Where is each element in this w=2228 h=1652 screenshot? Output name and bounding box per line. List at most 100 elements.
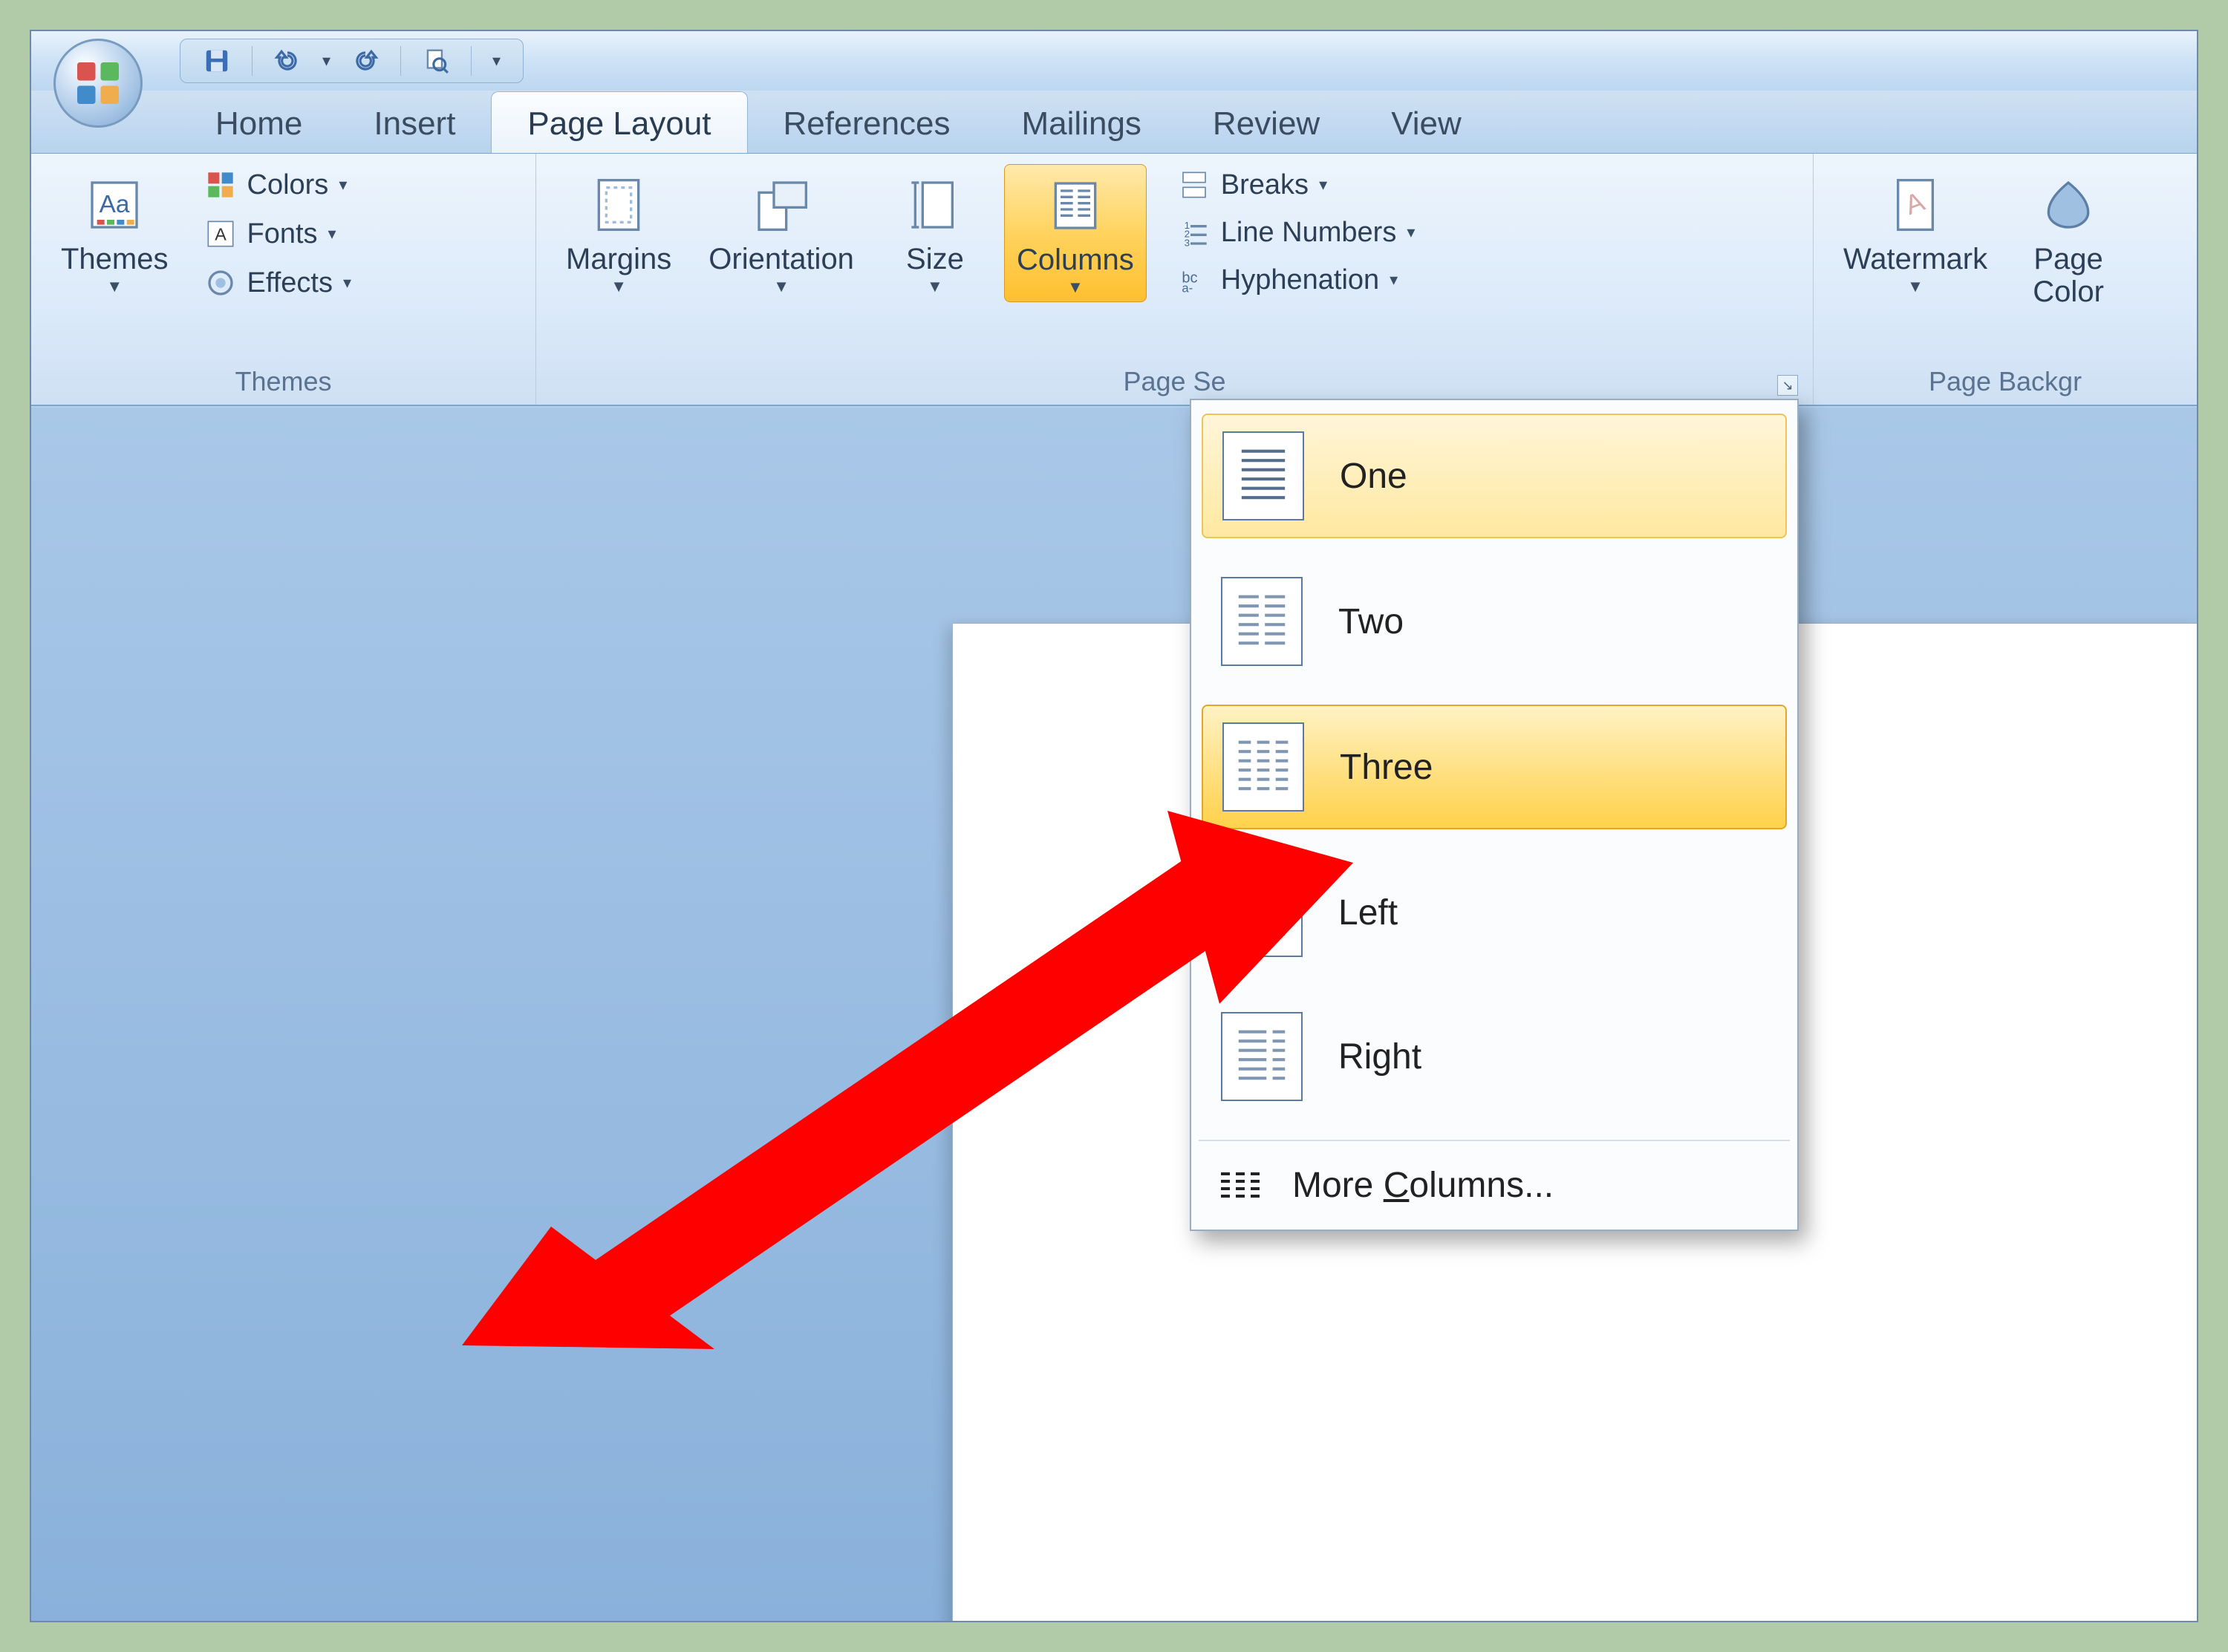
columns-option-label: Right	[1338, 1036, 1421, 1077]
chevron-down-icon: ▾	[328, 224, 336, 244]
ribbon: Aa Themes ▼ Colors ▾ A Fonts ▾	[31, 154, 2197, 406]
margins-button[interactable]: Margins ▼	[554, 164, 683, 301]
line-numbers-label: Line Numbers	[1221, 217, 1397, 249]
orientation-icon	[748, 172, 815, 238]
columns-option-one[interactable]: One	[1202, 414, 1787, 538]
tab-insert[interactable]: Insert	[338, 92, 491, 153]
columns-option-left[interactable]: Left	[1202, 852, 1787, 973]
left-column-icon	[1221, 868, 1303, 957]
columns-option-two[interactable]: Two	[1202, 561, 1787, 682]
line-numbers-button[interactable]: 123 Line Numbers ▾	[1167, 212, 1426, 253]
theme-fonts-button[interactable]: A Fonts ▾	[194, 213, 362, 255]
redo-icon[interactable]	[351, 47, 380, 75]
right-column-icon	[1221, 1012, 1303, 1101]
chevron-down-icon: ▼	[1907, 277, 1924, 296]
svg-text:A: A	[215, 224, 227, 244]
columns-option-label: Left	[1338, 892, 1398, 933]
columns-option-right[interactable]: Right	[1202, 996, 1787, 1117]
chevron-down-icon: ▾	[343, 273, 351, 293]
watermark-button[interactable]: A Watermark ▼	[1831, 164, 1999, 301]
breaks-label: Breaks	[1221, 169, 1309, 201]
svg-text:Aa: Aa	[100, 191, 130, 218]
colors-label: Colors	[247, 169, 329, 201]
size-label: Size	[906, 243, 964, 275]
ribbon-tabs: Home Insert Page Layout References Maili…	[31, 91, 2197, 154]
columns-label: Columns	[1017, 244, 1134, 276]
columns-button[interactable]: Columns ▼	[1004, 164, 1147, 302]
word-window: ▾ ▾ Home Insert Page Layout References M…	[30, 30, 2198, 1622]
tab-mailings[interactable]: Mailings	[986, 92, 1177, 153]
margins-label: Margins	[566, 243, 671, 275]
quick-access-toolbar: ▾ ▾	[180, 39, 524, 83]
save-icon[interactable]	[203, 47, 231, 75]
undo-icon[interactable]	[273, 47, 302, 75]
columns-option-label: Two	[1338, 601, 1404, 642]
office-button[interactable]	[53, 39, 143, 128]
group-label-page-setup: Page Se ↘	[554, 362, 1795, 397]
two-column-icon	[1221, 577, 1303, 666]
watermark-icon: A	[1882, 172, 1949, 238]
hyphenation-label: Hyphenation	[1221, 264, 1379, 296]
colors-icon	[204, 169, 237, 201]
columns-icon	[1042, 172, 1109, 239]
margins-icon	[585, 172, 652, 238]
page-color-label: Page Color	[2033, 243, 2104, 308]
effects-label: Effects	[247, 267, 333, 299]
group-page-background: A Watermark ▼ Page Color Page Backgr	[1814, 154, 2197, 405]
document-workspace	[31, 408, 2197, 1621]
tab-view[interactable]: View	[1355, 92, 1497, 153]
tab-page-layout[interactable]: Page Layout	[491, 91, 747, 153]
line-numbers-icon: 123	[1178, 216, 1211, 249]
one-column-icon	[1222, 431, 1304, 520]
theme-colors-button[interactable]: Colors ▾	[194, 164, 362, 206]
columns-option-label: Three	[1340, 747, 1433, 788]
themes-button[interactable]: Aa Themes ▼	[49, 164, 180, 301]
chevron-down-icon: ▾	[339, 175, 347, 195]
group-themes: Aa Themes ▼ Colors ▾ A Fonts ▾	[31, 154, 536, 405]
chevron-down-icon: ▼	[106, 277, 123, 296]
group-label-page-background: Page Backgr	[1831, 362, 2179, 397]
columns-option-three[interactable]: Three	[1202, 705, 1787, 829]
chevron-down-icon: ▾	[1390, 270, 1398, 290]
tab-review[interactable]: Review	[1177, 92, 1355, 153]
fonts-icon: A	[204, 218, 237, 250]
columns-dropdown: One Two Three Left Right	[1190, 399, 1799, 1231]
page-color-button[interactable]: Page Color	[2013, 164, 2124, 313]
themes-label: Themes	[61, 243, 169, 275]
chevron-down-icon: ▼	[610, 277, 627, 296]
more-columns-button[interactable]: More Columns...	[1202, 1149, 1787, 1222]
svg-text:3: 3	[1184, 237, 1189, 247]
fonts-label: Fonts	[247, 218, 318, 250]
tab-references[interactable]: References	[748, 92, 986, 153]
print-preview-icon[interactable]	[422, 47, 450, 75]
chevron-down-icon: ▼	[1067, 278, 1084, 297]
chevron-down-icon: ▾	[1319, 175, 1327, 195]
dropdown-separator	[1199, 1140, 1790, 1141]
columns-option-label: One	[1340, 456, 1407, 497]
breaks-button[interactable]: Breaks ▾	[1167, 164, 1426, 206]
group-page-setup: Margins ▼ Orientation ▼ Size ▼ Columns ▼	[536, 154, 1814, 405]
themes-icon: Aa	[81, 172, 148, 238]
qat-customize-caret-icon[interactable]: ▾	[492, 51, 501, 71]
theme-effects-button[interactable]: Effects ▾	[194, 262, 362, 304]
undo-dropdown-caret-icon[interactable]: ▾	[322, 51, 330, 71]
tab-home[interactable]: Home	[180, 92, 338, 153]
effects-icon	[204, 267, 237, 299]
hyphenation-button[interactable]: bca- Hyphenation ▾	[1167, 259, 1426, 301]
more-columns-icon	[1218, 1167, 1263, 1204]
chevron-down-icon: ▾	[1407, 223, 1415, 242]
watermark-label: Watermark	[1843, 243, 1987, 275]
chevron-down-icon: ▼	[773, 277, 789, 296]
breaks-icon	[1178, 169, 1211, 201]
three-column-icon	[1222, 722, 1304, 812]
group-label-themes: Themes	[49, 362, 518, 397]
document-title	[553, 42, 2197, 79]
orientation-label: Orientation	[709, 243, 854, 275]
more-columns-label: More Columns...	[1292, 1165, 1554, 1206]
title-bar: ▾ ▾	[31, 31, 2197, 91]
hyphenation-icon: bca-	[1178, 264, 1211, 296]
chevron-down-icon: ▼	[927, 277, 943, 296]
page-setup-dialog-launcher[interactable]: ↘	[1777, 375, 1798, 396]
size-button[interactable]: Size ▼	[879, 164, 991, 301]
orientation-button[interactable]: Orientation ▼	[697, 164, 866, 301]
